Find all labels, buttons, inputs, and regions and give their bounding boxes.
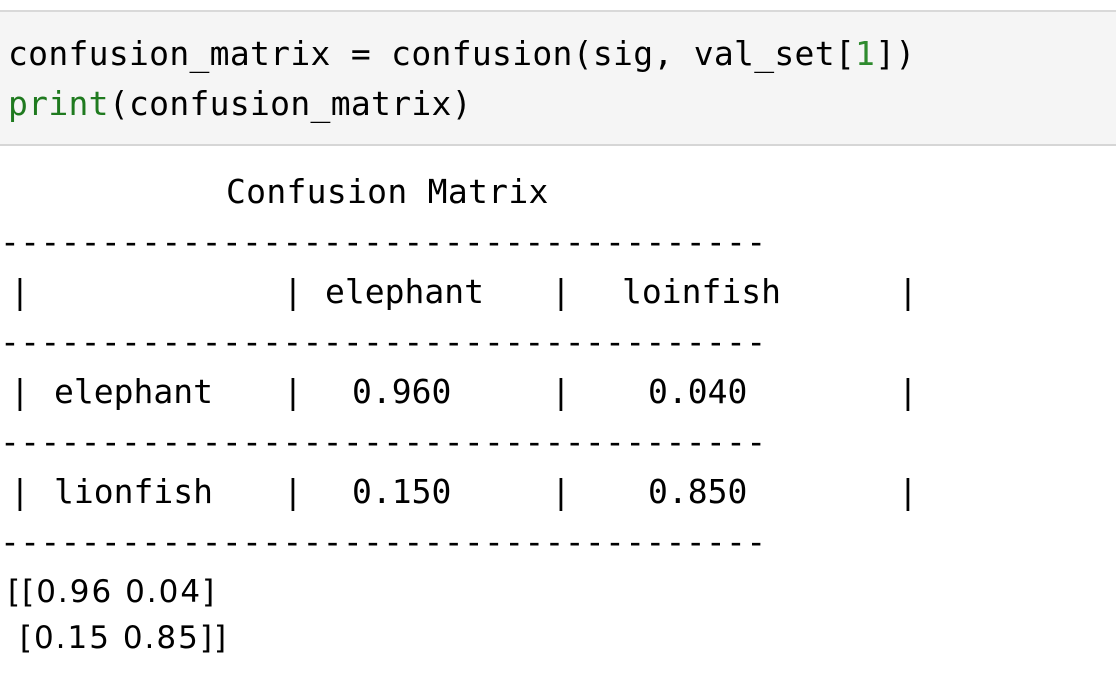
header-loinfish: loinfish (622, 272, 781, 311)
pipe: | (283, 472, 303, 511)
separator-line: -------------------------------------- (0, 422, 767, 461)
code-line-1-end: ]) (875, 34, 916, 73)
cell-value: 0.150 (352, 472, 452, 511)
pipe: | (898, 272, 918, 311)
cell-value: 0.850 (648, 472, 748, 511)
pipe: | (10, 472, 30, 511)
pipe: | (551, 272, 571, 311)
separator-line: -------------------------------------- (0, 522, 767, 561)
pipe: | (283, 372, 303, 411)
matrix-title: Confusion Matrix (226, 172, 549, 211)
code-line-1-text: confusion_matrix = confusion(sig, val_se… (8, 34, 856, 73)
pipe: | (551, 372, 571, 411)
separator-line: -------------------------------------- (0, 322, 767, 361)
cell-value: 0.040 (648, 372, 748, 411)
separator-line: -------------------------------------- (0, 222, 767, 261)
row-label: elephant (54, 372, 213, 411)
row-label: lionfish (54, 472, 213, 511)
pipe: | (551, 472, 571, 511)
code-line-1-number: 1 (855, 34, 876, 73)
code-input-cell[interactable]: confusion_matrix = confusion(sig, val_se… (0, 12, 1116, 146)
header-elephant: elephant (325, 272, 484, 311)
code-line-2[interactable]: print(confusion_matrix) (8, 84, 472, 124)
pipe: | (10, 372, 30, 411)
array-output-line-1: [[0.96 0.04] (8, 574, 217, 610)
pipe: | (10, 272, 30, 311)
pipe: | (898, 472, 918, 511)
cell-value: 0.960 (352, 372, 452, 411)
code-line-1[interactable]: confusion_matrix = confusion(sig, val_se… (8, 34, 916, 74)
array-output-line-2: [0.15 0.85]] (8, 620, 229, 656)
code-line-2-args: (confusion_matrix) (108, 84, 472, 123)
print-keyword: print (8, 84, 109, 123)
pipe: | (898, 372, 918, 411)
pipe: | (283, 272, 303, 311)
